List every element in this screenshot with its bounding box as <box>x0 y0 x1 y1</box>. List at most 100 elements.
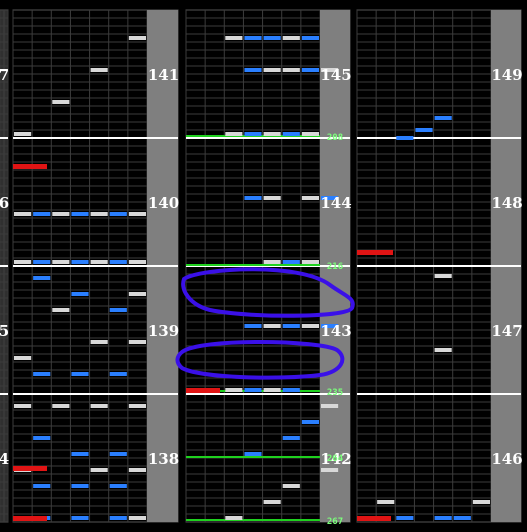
blue-note[interactable] <box>33 276 51 280</box>
blue-note[interactable] <box>71 452 89 456</box>
blue-note[interactable] <box>71 516 89 520</box>
blue-note[interactable] <box>109 372 127 376</box>
blue-note[interactable] <box>301 36 319 40</box>
blue-note[interactable] <box>109 212 127 216</box>
white-note[interactable] <box>434 274 452 278</box>
white-note[interactable] <box>225 516 243 520</box>
blue-note[interactable] <box>71 292 89 296</box>
blue-note[interactable] <box>109 260 127 264</box>
blue-note[interactable] <box>33 484 51 488</box>
white-note[interactable] <box>52 260 70 264</box>
white-note[interactable] <box>263 388 281 392</box>
blue-note[interactable] <box>71 484 89 488</box>
white-note[interactable] <box>90 468 108 472</box>
white-note[interactable] <box>321 404 339 408</box>
white-note[interactable] <box>434 348 452 352</box>
blue-note[interactable] <box>33 260 51 264</box>
blue-note[interactable] <box>282 388 300 392</box>
red-note[interactable] <box>357 250 393 255</box>
red-note[interactable] <box>13 164 47 169</box>
blue-note[interactable] <box>109 516 127 520</box>
blue-note[interactable] <box>282 260 300 264</box>
white-note[interactable] <box>90 260 108 264</box>
white-note[interactable] <box>128 340 146 344</box>
white-note[interactable] <box>128 36 146 40</box>
white-note[interactable] <box>14 356 32 360</box>
white-note[interactable] <box>90 340 108 344</box>
blue-note[interactable] <box>71 260 89 264</box>
blue-note[interactable] <box>282 132 300 136</box>
white-note[interactable] <box>128 212 146 216</box>
white-note[interactable] <box>52 212 70 216</box>
red-note[interactable] <box>186 388 220 393</box>
white-note[interactable] <box>128 404 146 408</box>
white-note[interactable] <box>128 292 146 296</box>
blue-note[interactable] <box>263 36 281 40</box>
white-note[interactable] <box>263 260 281 264</box>
blue-note[interactable] <box>71 212 89 216</box>
white-note[interactable] <box>225 388 243 392</box>
blue-note[interactable] <box>453 516 471 520</box>
white-note[interactable] <box>301 132 319 136</box>
red-note[interactable] <box>13 466 47 471</box>
white-note[interactable] <box>128 516 146 520</box>
blue-note[interactable] <box>109 308 127 312</box>
measure-number-partial: 6 <box>0 194 9 212</box>
white-note[interactable] <box>301 196 319 200</box>
white-note[interactable] <box>90 68 108 72</box>
measure-number: 147 <box>491 322 522 340</box>
blue-note[interactable] <box>244 452 262 456</box>
white-note[interactable] <box>263 132 281 136</box>
blue-note[interactable] <box>396 516 414 520</box>
white-note[interactable] <box>14 132 32 136</box>
white-note[interactable] <box>377 500 395 504</box>
white-note[interactable] <box>263 324 281 328</box>
red-note[interactable] <box>357 516 391 521</box>
blue-note[interactable] <box>244 388 262 392</box>
chart-editor-canvas[interactable]: 7654141140139138145144143142149148147146… <box>0 0 527 532</box>
blue-note[interactable] <box>71 372 89 376</box>
measure-number-partial: 7 <box>0 66 9 84</box>
blue-note[interactable] <box>244 324 262 328</box>
blue-note[interactable] <box>282 324 300 328</box>
white-note[interactable] <box>90 212 108 216</box>
white-note[interactable] <box>263 500 281 504</box>
blue-note[interactable] <box>244 196 262 200</box>
blue-note[interactable] <box>244 132 262 136</box>
blue-note[interactable] <box>33 212 51 216</box>
white-note[interactable] <box>301 324 319 328</box>
white-note[interactable] <box>52 308 70 312</box>
white-note[interactable] <box>128 260 146 264</box>
white-note[interactable] <box>52 404 70 408</box>
white-note[interactable] <box>52 100 70 104</box>
red-note[interactable] <box>13 516 47 521</box>
blue-note[interactable] <box>282 436 300 440</box>
blue-note[interactable] <box>396 136 414 140</box>
white-note[interactable] <box>301 260 319 264</box>
blue-note[interactable] <box>109 484 127 488</box>
white-note[interactable] <box>90 404 108 408</box>
white-note[interactable] <box>225 132 243 136</box>
white-note[interactable] <box>14 212 32 216</box>
blue-note[interactable] <box>301 68 319 72</box>
blue-note[interactable] <box>33 436 51 440</box>
blue-note[interactable] <box>301 420 319 424</box>
white-note[interactable] <box>225 36 243 40</box>
white-note[interactable] <box>282 36 300 40</box>
white-note[interactable] <box>14 260 32 264</box>
blue-note[interactable] <box>244 36 262 40</box>
white-note[interactable] <box>282 68 300 72</box>
white-note[interactable] <box>128 468 146 472</box>
blue-note[interactable] <box>434 516 452 520</box>
blue-note[interactable] <box>434 116 452 120</box>
blue-note[interactable] <box>415 128 433 132</box>
blue-note[interactable] <box>244 68 262 72</box>
white-note[interactable] <box>263 196 281 200</box>
white-note[interactable] <box>472 500 490 504</box>
white-note[interactable] <box>282 484 300 488</box>
white-note[interactable] <box>14 404 32 408</box>
blue-note[interactable] <box>33 372 51 376</box>
white-note[interactable] <box>321 468 339 472</box>
white-note[interactable] <box>263 68 281 72</box>
blue-note[interactable] <box>109 452 127 456</box>
